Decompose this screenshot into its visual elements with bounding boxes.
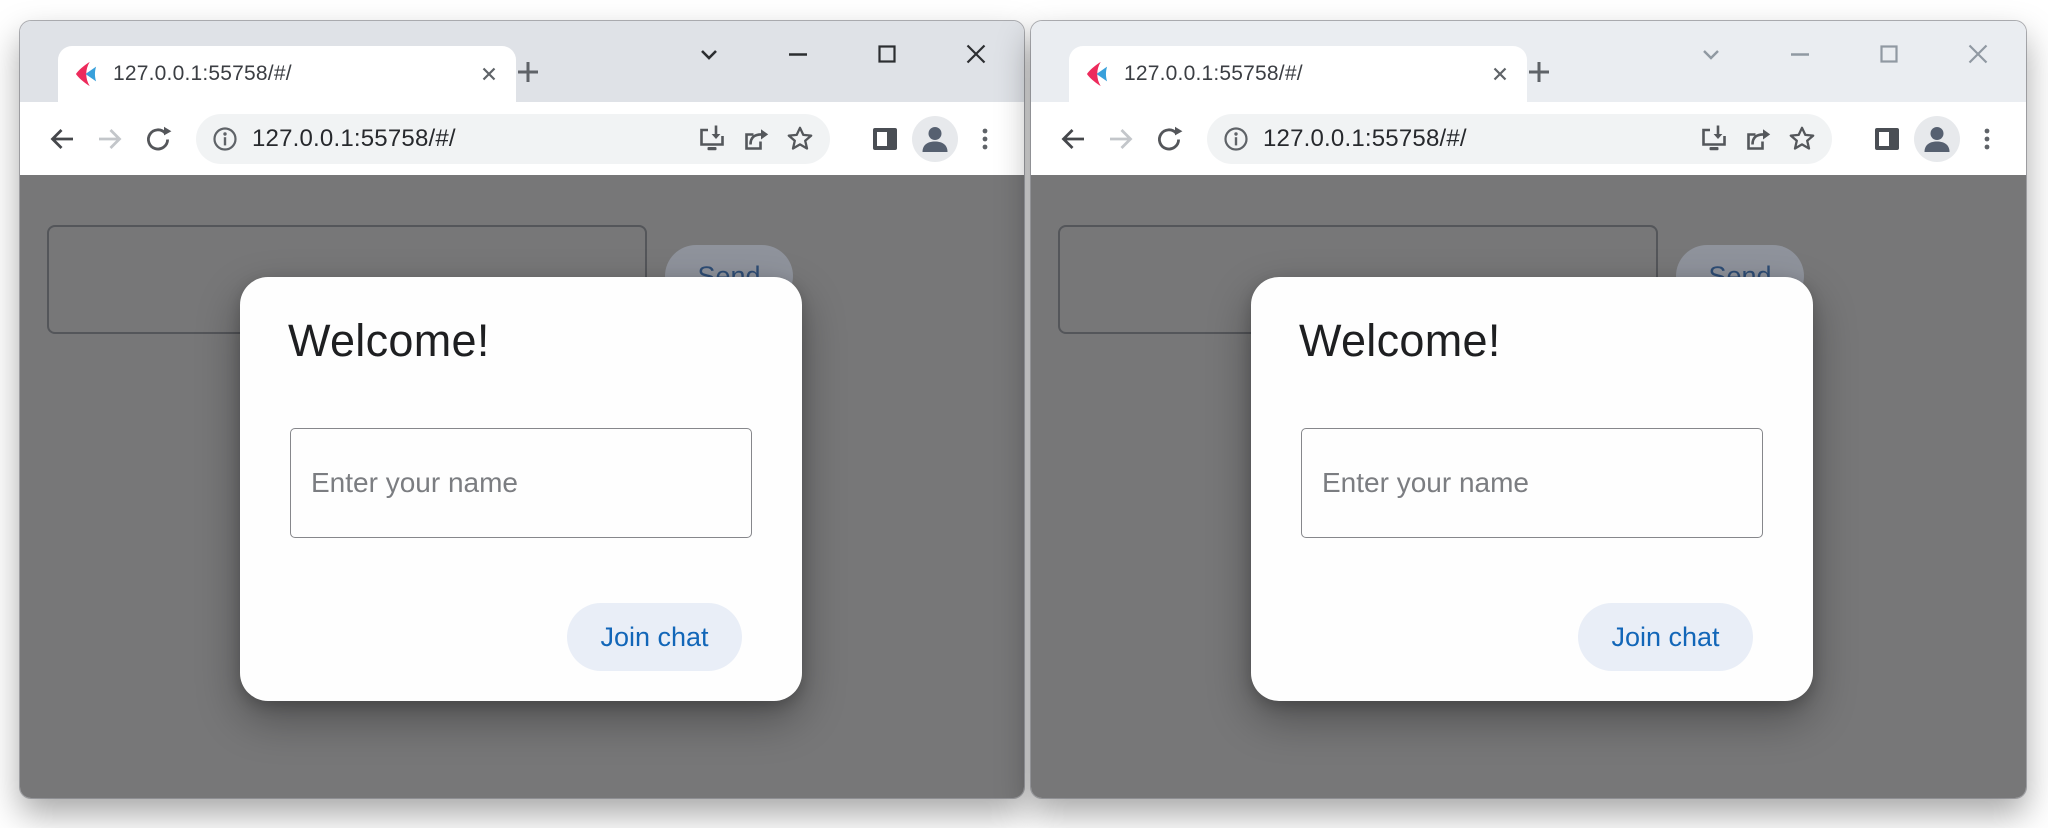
bookmark-star-icon[interactable] [1780,117,1824,161]
welcome-dialog: Welcome! Join chat [1251,277,1813,701]
profile-avatar-icon[interactable] [1912,114,1962,164]
minimize-button[interactable] [1755,25,1844,83]
tab-strip: 127.0.0.1:55758/#/ [1031,21,2026,102]
side-panel-icon[interactable] [860,114,910,164]
flet-favicon-icon [74,61,100,87]
back-button[interactable] [38,115,86,163]
tab-title: 127.0.0.1:55758/#/ [1124,62,1483,86]
maximize-button[interactable] [1844,25,1933,83]
menu-dots-icon[interactable] [960,114,1010,164]
site-info-icon[interactable] [210,124,240,154]
address-bar[interactable]: 127.0.0.1:55758/#/ [196,114,830,164]
reload-button[interactable] [1145,115,1193,163]
window-caption-controls [664,25,1020,83]
tab-close-icon[interactable] [1483,57,1517,91]
close-window-button[interactable] [1933,25,2022,83]
share-icon[interactable] [734,117,778,161]
new-tab-button[interactable] [506,50,550,94]
page-content: Send Welcome! Join chat [20,175,1024,798]
join-chat-button[interactable]: Join chat [567,603,742,671]
tab-close-icon[interactable] [472,57,506,91]
reload-button[interactable] [134,115,182,163]
tab-search-chevron-icon[interactable] [1666,25,1755,83]
tab-title: 127.0.0.1:55758/#/ [113,62,472,86]
tab-search-chevron-icon[interactable] [664,25,753,83]
join-chat-button[interactable]: Join chat [1578,603,1753,671]
name-input[interactable] [290,428,752,538]
site-info-icon[interactable] [1221,124,1251,154]
minimize-button[interactable] [753,25,842,83]
browser-toolbar: 127.0.0.1:55758/#/ [1031,102,2026,175]
browser-window-right: 127.0.0.1:55758/#/ [1031,21,2026,798]
url-text: 127.0.0.1:55758/#/ [1263,125,1692,153]
forward-button[interactable] [1097,115,1145,163]
browser-tab[interactable]: 127.0.0.1:55758/#/ [58,46,516,102]
page-content: Send Welcome! Join chat [1031,175,2026,798]
install-app-icon[interactable] [690,117,734,161]
browser-toolbar: 127.0.0.1:55758/#/ [20,102,1024,175]
flet-favicon-icon [1085,61,1111,87]
new-tab-button[interactable] [1517,50,1561,94]
browser-window-left: 127.0.0.1:55758/#/ [20,21,1024,798]
dialog-title: Welcome! [1299,315,1501,367]
close-window-button[interactable] [931,25,1020,83]
join-chat-label: Join chat [1611,622,1719,653]
share-icon[interactable] [1736,117,1780,161]
tab-strip: 127.0.0.1:55758/#/ [20,21,1024,102]
welcome-dialog: Welcome! Join chat [240,277,802,701]
dialog-title: Welcome! [288,315,490,367]
address-bar[interactable]: 127.0.0.1:55758/#/ [1207,114,1832,164]
profile-avatar-icon[interactable] [910,114,960,164]
install-app-icon[interactable] [1692,117,1736,161]
back-button[interactable] [1049,115,1097,163]
bookmark-star-icon[interactable] [778,117,822,161]
maximize-button[interactable] [842,25,931,83]
name-input[interactable] [1301,428,1763,538]
browser-tab[interactable]: 127.0.0.1:55758/#/ [1069,46,1527,102]
side-panel-icon[interactable] [1862,114,1912,164]
forward-button[interactable] [86,115,134,163]
url-text: 127.0.0.1:55758/#/ [252,125,690,153]
menu-dots-icon[interactable] [1962,114,2012,164]
window-caption-controls [1666,25,2022,83]
join-chat-label: Join chat [600,622,708,653]
screenshot-stage: 127.0.0.1:55758/#/ [0,0,2048,828]
